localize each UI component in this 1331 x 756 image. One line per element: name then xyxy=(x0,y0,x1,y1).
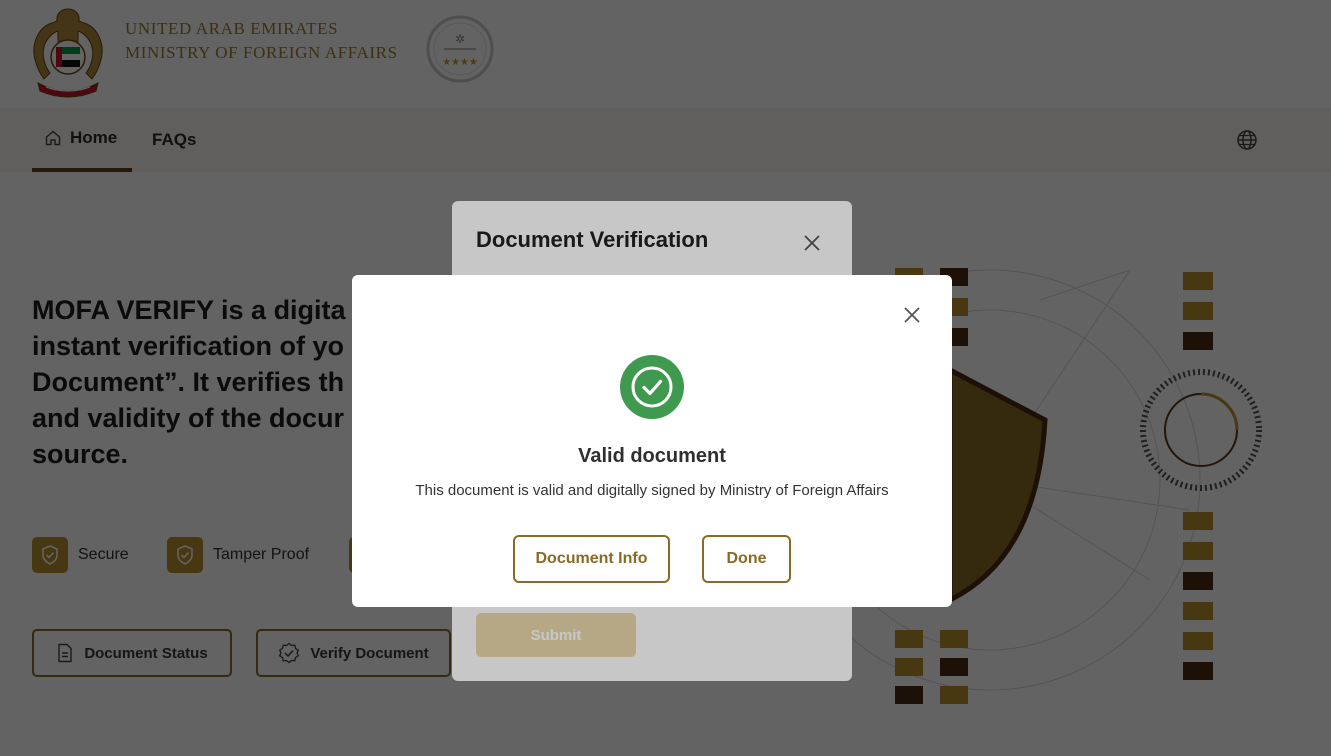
close-icon[interactable] xyxy=(900,303,924,327)
check-circle-icon xyxy=(620,355,684,419)
valid-document-title: Valid document xyxy=(578,445,726,467)
document-info-button[interactable]: Document Info xyxy=(513,535,670,583)
done-button[interactable]: Done xyxy=(702,535,791,583)
valid-document-message: This document is valid and digitally sig… xyxy=(415,482,889,499)
valid-document-dialog: Valid document This document is valid an… xyxy=(352,275,952,607)
